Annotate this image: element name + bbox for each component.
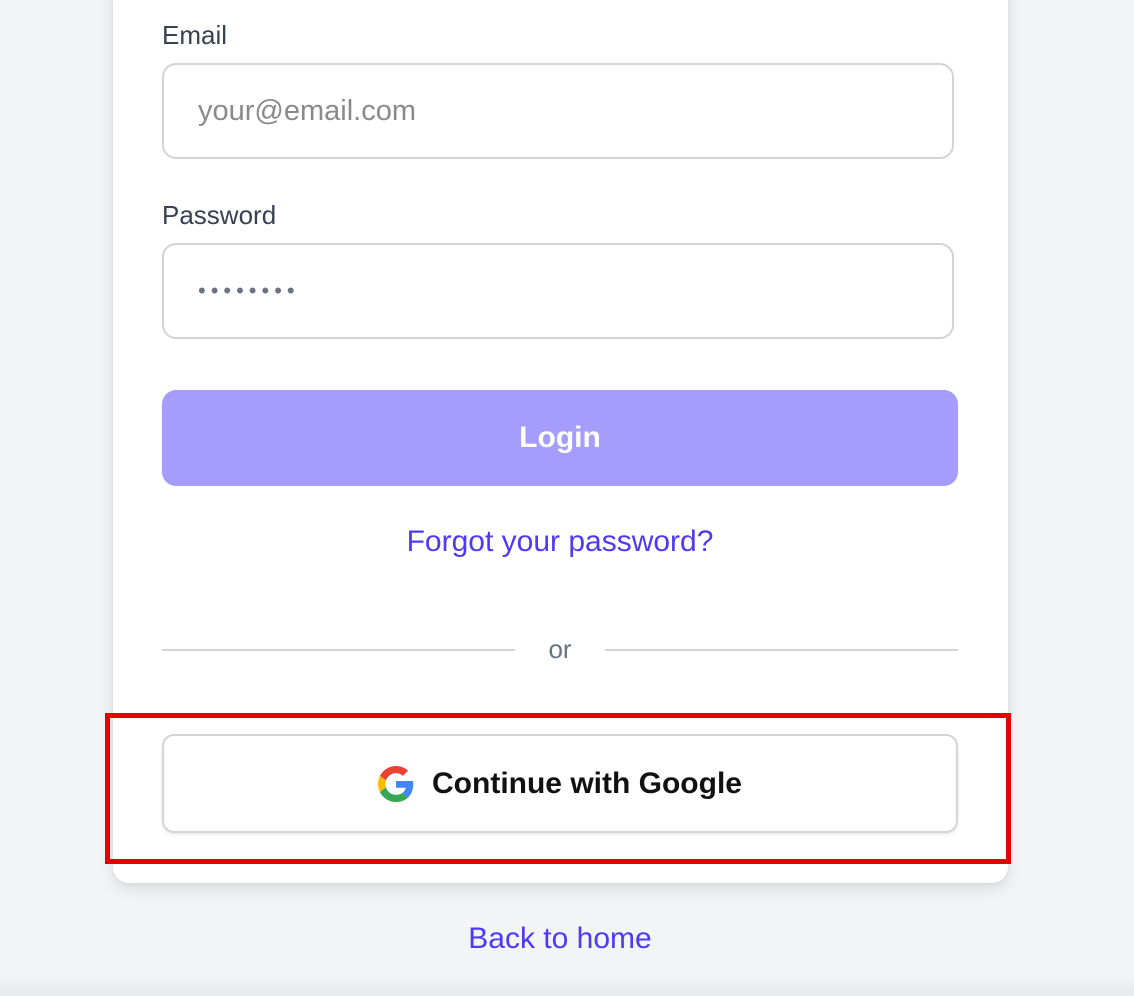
page-bottom-edge bbox=[0, 974, 1134, 996]
password-input[interactable] bbox=[162, 243, 954, 339]
divider-or-text: or bbox=[548, 634, 572, 664]
google-logo-icon bbox=[378, 765, 414, 802]
back-to-home-link[interactable]: Back to home bbox=[0, 922, 1120, 956]
login-button[interactable]: Login bbox=[162, 390, 958, 486]
divider-left-line bbox=[162, 649, 515, 651]
email-label: Email bbox=[162, 20, 228, 50]
continue-with-google-button[interactable]: Continue with Google bbox=[162, 734, 958, 833]
google-button-label: Continue with Google bbox=[432, 766, 742, 800]
password-label: Password bbox=[162, 200, 277, 230]
forgot-password-link[interactable]: Forgot your password? bbox=[162, 525, 958, 559]
email-input[interactable] bbox=[162, 63, 954, 159]
divider-right-line bbox=[605, 649, 958, 651]
